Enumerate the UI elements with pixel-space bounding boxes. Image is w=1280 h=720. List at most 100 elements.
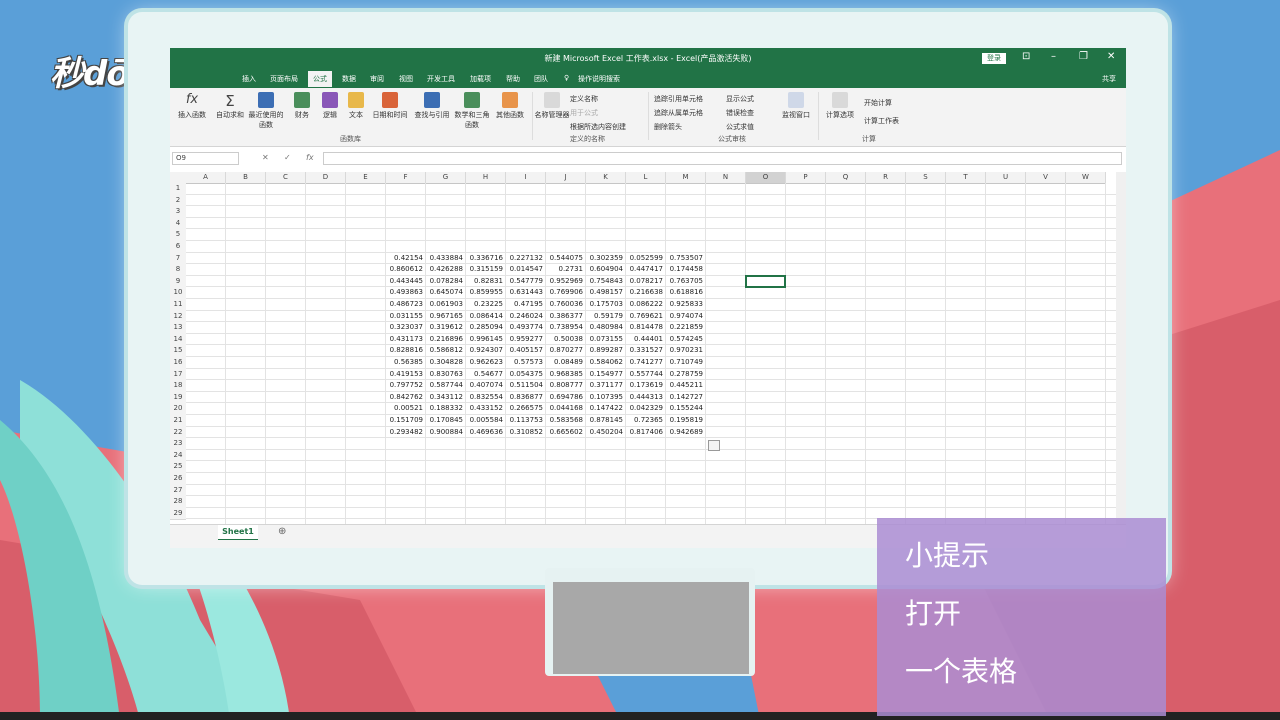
tab-formulas[interactable]: 公式 <box>308 71 332 87</box>
evaluate-formula-button[interactable]: 公式求值 <box>726 122 754 132</box>
calc-now-button[interactable]: 开始计算 <box>864 98 892 108</box>
table-cell[interactable]: 0.814478 <box>626 322 663 334</box>
enter-icon[interactable]: ✓ <box>284 153 291 162</box>
table-cell[interactable]: 0.469636 <box>466 427 503 439</box>
table-cell[interactable]: 0.445211 <box>666 380 703 392</box>
table-cell[interactable]: 0.996145 <box>466 334 503 346</box>
column-header[interactable]: A <box>186 172 226 184</box>
table-cell[interactable]: 0.266575 <box>506 403 543 415</box>
table-cell[interactable]: 0.216896 <box>426 334 463 346</box>
table-cell[interactable]: 0.433884 <box>426 253 463 265</box>
tab-developer[interactable]: 开发工具 <box>427 74 455 84</box>
table-cell[interactable]: 0.443445 <box>386 276 423 288</box>
table-cell[interactable]: 0.061903 <box>426 299 463 311</box>
table-cell[interactable]: 0.72365 <box>626 415 663 427</box>
table-cell[interactable]: 0.808777 <box>546 380 583 392</box>
column-header[interactable]: S <box>906 172 946 184</box>
table-cell[interactable]: 0.710749 <box>666 357 703 369</box>
table-cell[interactable]: 0.405157 <box>506 345 543 357</box>
datetime-button[interactable]: 日期和时间 <box>372 92 408 120</box>
table-cell[interactable]: 0.278759 <box>666 369 703 381</box>
table-cell[interactable]: 0.842762 <box>386 392 423 404</box>
error-checking-button[interactable]: 错误检查 <box>726 108 754 118</box>
show-formulas-button[interactable]: 显示公式 <box>726 94 754 104</box>
column-header[interactable]: V <box>1026 172 1066 184</box>
table-cell[interactable]: 0.769621 <box>626 311 663 323</box>
active-cell[interactable] <box>745 274 786 289</box>
table-cell[interactable]: 0.544075 <box>546 253 583 265</box>
table-cell[interactable]: 0.173619 <box>626 380 663 392</box>
table-cell[interactable]: 0.797752 <box>386 380 423 392</box>
table-cell[interactable]: 0.151709 <box>386 415 423 427</box>
column-header[interactable]: M <box>666 172 706 184</box>
trace-precedents-button[interactable]: 追踪引用单元格 <box>654 94 703 104</box>
table-cell[interactable]: 0.584062 <box>586 357 623 369</box>
table-cell[interactable]: 0.044168 <box>546 403 583 415</box>
table-cell[interactable]: 0.486723 <box>386 299 423 311</box>
table-cell[interactable]: 0.974074 <box>666 311 703 323</box>
table-cell[interactable]: 0.860612 <box>386 264 423 276</box>
table-cell[interactable]: 0.444313 <box>626 392 663 404</box>
autosum-button[interactable]: Σ 自动求和 <box>212 92 248 120</box>
table-cell[interactable]: 0.952969 <box>546 276 583 288</box>
table-cell[interactable]: 0.014547 <box>506 264 543 276</box>
insert-function-button[interactable]: fx 插入函数 <box>174 92 210 120</box>
table-cell[interactable]: 0.665602 <box>546 427 583 439</box>
column-header[interactable]: P <box>786 172 826 184</box>
table-cell[interactable]: 0.315159 <box>466 264 503 276</box>
table-cell[interactable]: 0.431173 <box>386 334 423 346</box>
table-cell[interactable]: 0.604904 <box>586 264 623 276</box>
table-cell[interactable]: 0.433152 <box>466 403 503 415</box>
table-cell[interactable]: 0.760036 <box>546 299 583 311</box>
vertical-scrollbar[interactable] <box>1116 172 1126 524</box>
tab-view[interactable]: 视图 <box>399 74 413 84</box>
tab-data[interactable]: 数据 <box>342 74 356 84</box>
table-cell[interactable]: 0.47195 <box>506 299 543 311</box>
column-header[interactable]: C <box>266 172 306 184</box>
column-header[interactable]: B <box>226 172 266 184</box>
table-cell[interactable]: 0.336716 <box>466 253 503 265</box>
table-cell[interactable]: 0.899287 <box>586 345 623 357</box>
table-cell[interactable]: 0.23225 <box>466 299 503 311</box>
column-header[interactable]: U <box>986 172 1026 184</box>
watch-window-button[interactable]: 监视窗口 <box>778 92 814 120</box>
table-cell[interactable]: 0.107395 <box>586 392 623 404</box>
table-cell[interactable]: 0.031155 <box>386 311 423 323</box>
table-cell[interactable]: 0.959277 <box>506 334 543 346</box>
tab-insert[interactable]: 插入 <box>242 74 256 84</box>
use-in-formula-button[interactable]: 用于公式 <box>570 108 598 118</box>
table-cell[interactable]: 0.407074 <box>466 380 503 392</box>
fx-label[interactable]: fx <box>306 153 314 162</box>
column-header[interactable]: J <box>546 172 586 184</box>
table-cell[interactable]: 0.498157 <box>586 287 623 299</box>
tab-addins[interactable]: 加载项 <box>470 74 491 84</box>
column-header[interactable]: Q <box>826 172 866 184</box>
table-cell[interactable]: 0.942689 <box>666 427 703 439</box>
text-button[interactable]: 文本 <box>338 92 374 120</box>
table-cell[interactable]: 0.574245 <box>666 334 703 346</box>
tab-review[interactable]: 审阅 <box>370 74 384 84</box>
add-sheet-icon[interactable]: ⊕ <box>278 526 286 537</box>
login-button[interactable]: 登录 <box>982 53 1006 64</box>
table-cell[interactable]: 0.836877 <box>506 392 543 404</box>
table-cell[interactable]: 0.285094 <box>466 322 503 334</box>
table-cell[interactable]: 0.830763 <box>426 369 463 381</box>
table-cell[interactable]: 0.08489 <box>546 357 583 369</box>
table-cell[interactable]: 0.227132 <box>506 253 543 265</box>
table-cell[interactable]: 0.557744 <box>626 369 663 381</box>
table-cell[interactable]: 0.447417 <box>626 264 663 276</box>
restore-icon[interactable]: ❐ <box>1079 51 1088 62</box>
table-cell[interactable]: 0.970231 <box>666 345 703 357</box>
table-cell[interactable]: 0.005584 <box>466 415 503 427</box>
table-cell[interactable]: 0.175703 <box>586 299 623 311</box>
tab-team[interactable]: 团队 <box>534 74 548 84</box>
table-cell[interactable]: 0.155244 <box>666 403 703 415</box>
table-cell[interactable]: 0.859955 <box>466 287 503 299</box>
table-cell[interactable]: 0.967165 <box>426 311 463 323</box>
quick-analysis-icon[interactable] <box>708 440 720 452</box>
table-cell[interactable]: 0.174458 <box>666 264 703 276</box>
table-cell[interactable]: 0.547779 <box>506 276 543 288</box>
table-cell[interactable]: 0.323037 <box>386 322 423 334</box>
table-cell[interactable]: 0.59179 <box>586 311 623 323</box>
table-cell[interactable]: 0.754843 <box>586 276 623 288</box>
